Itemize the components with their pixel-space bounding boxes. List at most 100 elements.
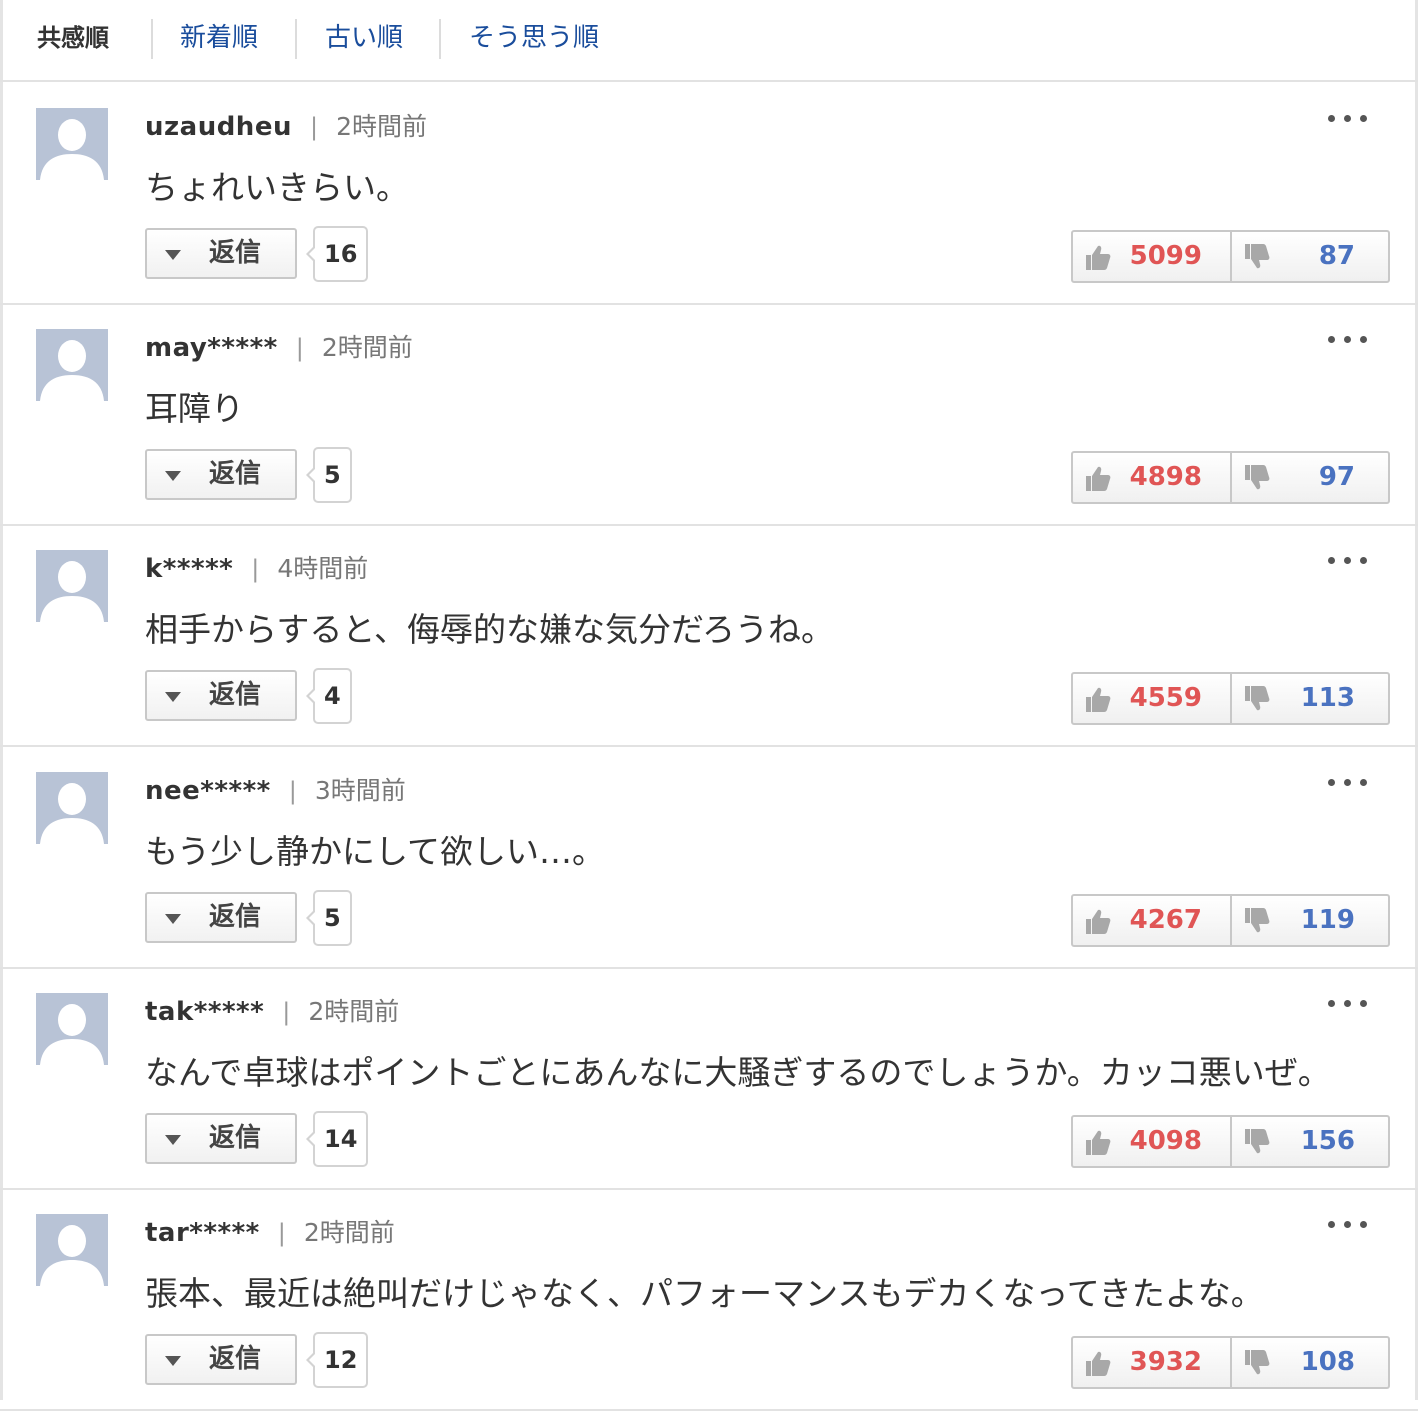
more-horizontal-icon — [1360, 1221, 1367, 1228]
caret-down-icon — [165, 1135, 181, 1145]
reply-label: 返信 — [209, 680, 262, 710]
post-time: 2時間前 — [303, 1218, 395, 1247]
like-count: 4898 — [1129, 462, 1202, 492]
more-horizontal-icon — [1360, 779, 1367, 786]
comment-meta: may***** | 2時間前 — [145, 331, 413, 365]
comment-item: tak***** | 2時間前 なんで卓球はポイントごとにあんなに大騒ぎするのでしょ… — [0, 969, 1418, 1190]
more-menu-button[interactable] — [1328, 550, 1368, 570]
sort-tab-divider — [439, 19, 441, 59]
sort-tab-oldest[interactable]: 古い順 — [325, 0, 403, 80]
comment-text: 相手からすると、侮辱的な嫌な気分だろうね。 — [145, 610, 835, 649]
like-count: 5099 — [1129, 241, 1202, 271]
comment-text: もう少し静かにして欲しい…。 — [145, 832, 606, 871]
reply-count[interactable]: 4 — [306, 668, 352, 724]
avatar[interactable] — [36, 993, 108, 1065]
more-horizontal-icon — [1344, 1000, 1351, 1007]
vote-box: 4098 156 — [1071, 1115, 1390, 1168]
reply-button[interactable]: 返信 — [145, 1113, 297, 1164]
comment-item: tar***** | 2時間前 張本、最近は絶叫だけじゃなく、パフォーマンスもデカく… — [0, 1190, 1418, 1411]
reply-button[interactable]: 返信 — [145, 892, 297, 943]
comment-item: k***** | 4時間前 相手からすると、侮辱的な嫌な気分だろうね。 返信 4 4… — [0, 526, 1418, 747]
thumbs-up-icon — [1086, 1130, 1111, 1155]
like-count: 4267 — [1129, 905, 1202, 935]
thumbs-up-icon — [1086, 245, 1111, 270]
comment-item: uzaudheu | 2時間前 ちょれいきらい。 返信 16 5099 87 — [0, 84, 1418, 305]
reply-button[interactable]: 返信 — [145, 449, 297, 500]
sort-tab-agree[interactable]: そう思う順 — [469, 0, 599, 80]
dislike-button[interactable]: 113 — [1232, 674, 1389, 723]
user-name[interactable]: nee***** — [145, 776, 271, 806]
like-button[interactable]: 5099 — [1073, 232, 1232, 281]
sort-tabs-bar: 共感順 新着順 古い順 そう思う順 — [0, 0, 1418, 82]
default-user-avatar-icon — [36, 1214, 108, 1286]
comment-meta: tak***** | 2時間前 — [145, 995, 399, 1029]
avatar[interactable] — [36, 772, 108, 844]
like-button[interactable]: 4267 — [1073, 896, 1232, 945]
like-button[interactable]: 3932 — [1073, 1338, 1232, 1387]
user-name[interactable]: may***** — [145, 333, 278, 363]
reply-count[interactable]: 5 — [306, 890, 352, 946]
post-time: 4時間前 — [277, 554, 369, 583]
more-menu-button[interactable] — [1328, 108, 1368, 128]
more-horizontal-icon — [1328, 115, 1335, 122]
more-menu-button[interactable] — [1328, 329, 1368, 349]
reply-count[interactable]: 5 — [306, 447, 352, 503]
thumbs-up-icon — [1086, 909, 1111, 934]
more-horizontal-icon — [1360, 115, 1367, 122]
like-count: 3932 — [1129, 1347, 1202, 1377]
dislike-count: 97 — [1318, 462, 1355, 492]
sort-tab-divider — [295, 19, 297, 59]
caret-down-icon — [165, 471, 181, 481]
caret-down-icon — [165, 692, 181, 702]
caret-down-icon — [165, 250, 181, 260]
meta-separator: | — [282, 998, 291, 1026]
like-button[interactable]: 4098 — [1073, 1117, 1232, 1166]
thumbs-up-icon — [1086, 466, 1111, 491]
avatar[interactable] — [36, 329, 108, 401]
reply-button[interactable]: 返信 — [145, 1334, 297, 1385]
vote-box: 3932 108 — [1071, 1336, 1390, 1389]
meta-separator: | — [288, 777, 297, 805]
user-name[interactable]: k***** — [145, 554, 233, 584]
dislike-button[interactable]: 156 — [1232, 1117, 1389, 1166]
more-menu-button[interactable] — [1328, 993, 1368, 1013]
dislike-button[interactable]: 97 — [1232, 453, 1389, 502]
comment-item: nee***** | 3時間前 もう少し静かにして欲しい…。 返信 5 4267 — [0, 748, 1418, 969]
more-menu-button[interactable] — [1328, 1214, 1368, 1234]
thumbs-down-icon — [1245, 686, 1270, 711]
reply-label: 返信 — [209, 902, 262, 932]
dislike-button[interactable]: 108 — [1232, 1338, 1389, 1387]
user-name[interactable]: tar***** — [145, 1218, 260, 1248]
avatar[interactable] — [36, 108, 108, 180]
more-horizontal-icon — [1344, 779, 1351, 786]
dislike-button[interactable]: 119 — [1232, 896, 1389, 945]
user-name[interactable]: tak***** — [145, 997, 264, 1027]
reply-count[interactable]: 16 — [305, 226, 369, 282]
user-name[interactable]: uzaudheu — [145, 112, 292, 142]
comment-meta: k***** | 4時間前 — [145, 552, 368, 586]
reply-count[interactable]: 14 — [305, 1111, 369, 1167]
vote-box: 4267 119 — [1071, 894, 1390, 947]
more-horizontal-icon — [1344, 115, 1351, 122]
sort-tab-divider — [151, 19, 153, 59]
comment-meta: tar***** | 2時間前 — [145, 1216, 395, 1250]
avatar[interactable] — [36, 550, 108, 622]
like-button[interactable]: 4559 — [1073, 674, 1232, 723]
more-menu-button[interactable] — [1328, 772, 1368, 792]
dislike-button[interactable]: 87 — [1232, 232, 1389, 281]
vote-box: 5099 87 — [1071, 230, 1390, 283]
reply-button[interactable]: 返信 — [145, 670, 297, 721]
sort-tab-newest[interactable]: 新着順 — [180, 0, 258, 80]
vote-box: 4898 97 — [1071, 451, 1390, 504]
meta-separator: | — [251, 555, 260, 583]
reply-count[interactable]: 12 — [305, 1332, 369, 1388]
thumbs-down-icon — [1245, 1129, 1270, 1154]
more-horizontal-icon — [1360, 557, 1367, 564]
more-horizontal-icon — [1328, 779, 1335, 786]
reply-button[interactable]: 返信 — [145, 228, 297, 279]
like-button[interactable]: 4898 — [1073, 453, 1232, 502]
sort-tab-empathy[interactable]: 共感順 — [37, 0, 109, 80]
thumbs-down-icon — [1245, 1350, 1270, 1375]
dislike-count: 87 — [1318, 241, 1355, 271]
avatar[interactable] — [36, 1214, 108, 1286]
